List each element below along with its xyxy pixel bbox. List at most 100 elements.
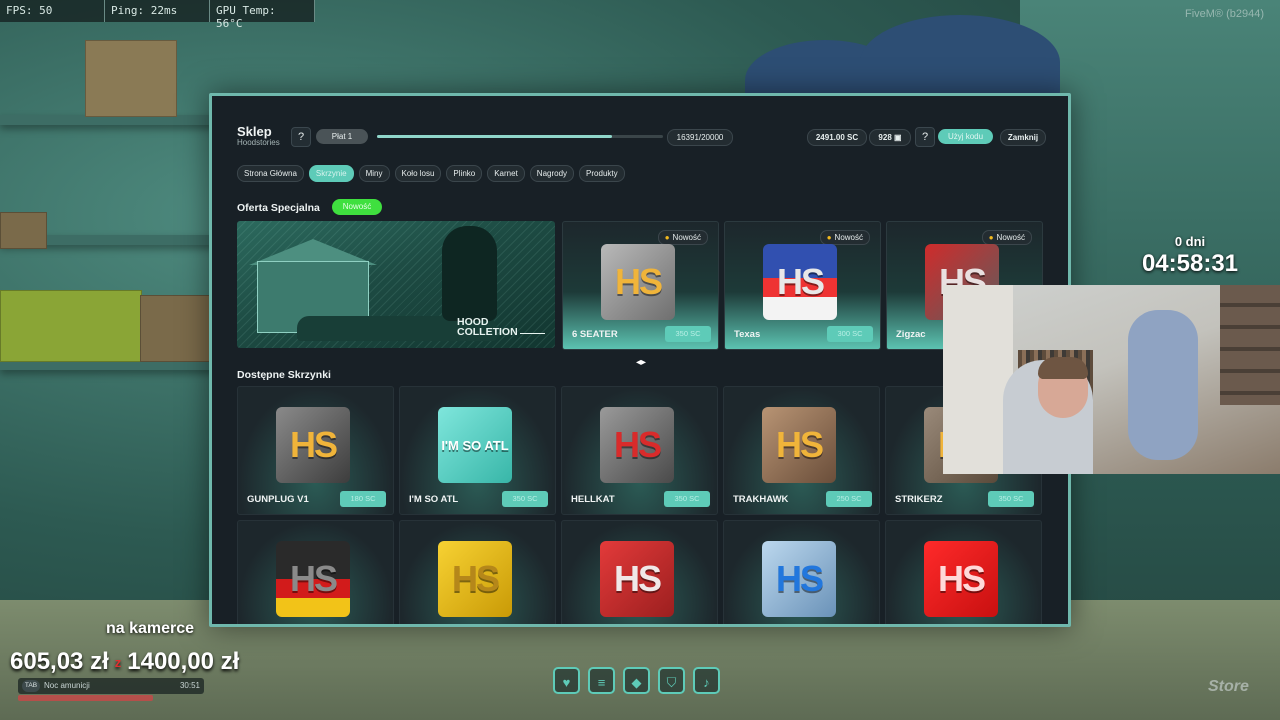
tab-plinko[interactable]: Plinko [446,165,483,182]
hero-title: HOOD COLLETION [457,317,518,338]
coins-value: 928 [878,133,892,142]
gpu-temp-readout: GPU Temp: 56°C [210,0,315,30]
hero-underline [520,333,545,334]
streamer-hair [1038,357,1088,379]
game-box [0,290,142,362]
xp-progress-bar [377,135,663,138]
status-bar: ♥ ≡ ◆ ⛉ ♪ [553,667,720,694]
shop-title-block: Sklep Hoodstories [237,124,280,147]
case-cube: HS [438,541,512,617]
coin-icon: ▣ [894,133,902,142]
tab-produkty[interactable]: Produkty [579,165,625,182]
close-button[interactable]: Zamknij [1000,129,1046,146]
case-name: STRIKERZ [895,494,943,505]
new-tag: ● Nowość [657,230,708,245]
case-card[interactable]: HS [723,520,880,624]
case-card[interactable]: HS [399,520,556,624]
special-offer-heading: Oferta Specjalna [237,202,320,214]
tab-miny[interactable]: Miny [358,165,390,182]
case-name: Texas [734,329,761,340]
new-tag: ● Nowość [819,230,870,245]
subathon-timer: 0 dni 04:58:31 [1125,234,1255,278]
special-case-card[interactable]: ● Nowość HS Texas 300 SC [724,221,881,350]
hooded-figure [442,226,497,321]
webcam-overlay [943,285,1280,474]
case-cube: HS [600,407,674,483]
case-price-button[interactable]: 350 SC [665,326,711,342]
lock-icon: ● [988,233,994,242]
case-name: TRAKHAWK [733,494,789,505]
case-name: Zigzac [896,329,926,340]
new-tag-label: Nowość [672,233,701,242]
use-code-button[interactable]: Użyj kodu [938,129,993,144]
ping-readout: Ping: 22ms [105,0,210,22]
case-card[interactable]: I'M SO ATL I'M SO ATL 350 SC [399,386,556,515]
ammo-timer: 30:51 [179,681,200,690]
help-button[interactable]: ? [291,127,311,147]
tab-karnet[interactable]: Karnet [487,165,525,182]
case-card[interactable]: HS TRAKHAWK 250 SC [723,386,880,515]
tab-strona-główna[interactable]: Strona Główna [237,165,304,182]
tab-skrzynie[interactable]: Skrzynie [308,165,354,182]
case-cube: HS [276,407,350,483]
case-card[interactable]: HS [885,520,1042,624]
case-name: I'M SO ATL [409,494,459,505]
new-tag: ● Nowość [981,230,1032,245]
tab-koło-losu[interactable]: Koło losu [394,165,442,182]
goal-target: 1400,00 zł [127,648,240,675]
shop-subtitle: Hoodstories [237,138,280,147]
case-card[interactable]: HS GUNPLUG V1 180 SC [237,386,394,515]
available-cases-heading: Dostępne Skrzynki [237,369,331,381]
case-price-button[interactable]: 250 SC [826,491,872,507]
ammo-night-indicator: TAB Noc amunicji 30:51 [18,678,204,701]
new-tag-label: Nowość [996,233,1025,242]
goal-separator: z [114,655,122,671]
case-price-button[interactable]: 350 SC [502,491,548,507]
case-price-button[interactable]: 300 SC [827,326,873,342]
coins-balance: 928 ▣ [869,129,911,146]
gaming-chair [1128,310,1198,460]
case-name: GUNPLUG V1 [247,494,309,505]
case-cube: HS [601,244,675,320]
money-balance: 2491.00 SC [807,129,867,146]
xp-counter: 16391/20000 [667,129,733,146]
heart-icon: ♥ [553,667,580,694]
ammo-label: Noc amunicji [44,681,90,690]
case-cube: HS [276,541,350,617]
currency-help-button[interactable]: ? [915,127,935,147]
case-name: HELLKAT [571,494,615,505]
new-tag-label: Nowość [834,233,863,242]
level-badge: Płat 1 [316,129,368,144]
lock-icon: ● [664,233,670,242]
special-case-card[interactable]: ● Nowość HS 6 SEATER 350 SC [562,221,719,350]
performance-hud: FPS: 50 Ping: 22ms GPU Temp: 56°C [0,0,315,30]
shop-tabs: Strona Główna Skrzynie Miny Koło losu Plinko… [237,165,625,182]
hood-collection-banner[interactable]: HOOD COLLETION [237,221,555,348]
game-box [0,212,47,249]
case-cube: HS [762,541,836,617]
goal-current: 605,03 zł [10,648,109,675]
case-cube: HS [763,244,837,320]
case-cube: HS [924,541,998,617]
tab-nagrody[interactable]: Nagrody [529,165,575,182]
case-card[interactable]: HS [237,520,394,624]
lock-icon: ● [826,233,832,242]
game-box [85,40,177,117]
case-card[interactable]: HS [561,520,718,624]
shield-icon: ⛉ [658,667,685,694]
fps-readout: FPS: 50 [0,0,105,22]
water-drop-icon: ◆ [623,667,650,694]
timer-days: 0 dni [1174,234,1206,249]
case-price-button[interactable]: 350 SC [988,491,1034,507]
mouse-cursor: ◂▸ [636,357,647,368]
streamer-logo: Store [1208,678,1249,695]
burger-icon: ≡ [588,667,615,694]
case-price-button[interactable]: 180 SC [340,491,386,507]
donation-goal: 605,03 zł z 1400,00 zł [10,648,239,676]
case-card[interactable]: HS HELLKAT 350 SC [561,386,718,515]
ammo-bar [18,695,153,701]
timer-time: 04:58:31 [1141,250,1239,277]
case-cube: I'M SO ATL [438,407,512,483]
xp-progress-fill [377,135,612,138]
case-price-button[interactable]: 350 SC [664,491,710,507]
